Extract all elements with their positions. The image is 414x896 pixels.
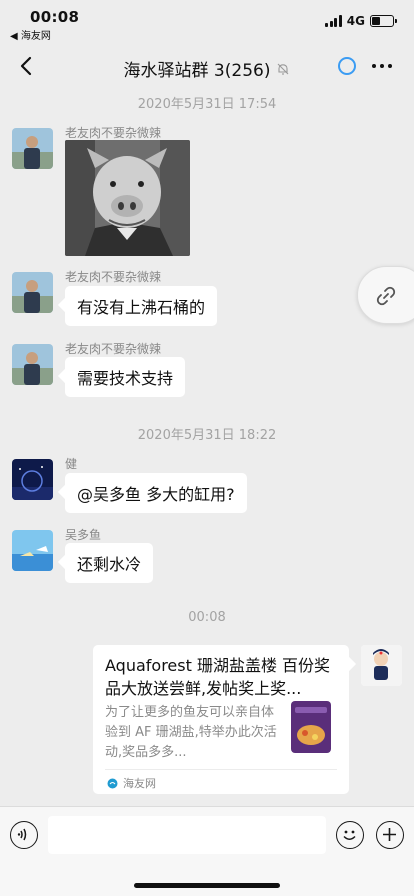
back-to-app-link[interactable]: ◀ 海友网 [10, 27, 51, 42]
card-title: Aquaforest 珊湖盐盖楼 百份奖品大放送尝鲜,发帖奖上奖... [105, 656, 331, 698]
timestamp: 00:08 [188, 610, 226, 625]
card-description: 为了让更多的鱼友可以亲自体验到 AF 珊湖盐,特举办此次活动,奖品多多... [105, 705, 277, 760]
mute-bell-icon [278, 63, 289, 75]
card-source: 海友网 [107, 775, 156, 791]
avatar[interactable] [12, 128, 53, 169]
avatar[interactable] [12, 459, 53, 500]
card-thumbnail [291, 701, 331, 753]
battery-icon [370, 15, 397, 27]
my-avatar[interactable] [361, 645, 402, 686]
home-indicator [134, 883, 280, 888]
nav-bar: 海水驿站群 3(256) [0, 44, 414, 88]
card-divider [105, 769, 337, 770]
message-input[interactable] [48, 816, 326, 854]
avatar[interactable] [12, 272, 53, 313]
link-card[interactable]: Aquaforest 珊湖盐盖楼 百份奖品大放送尝鲜,发帖奖上奖... 为了让更… [93, 645, 349, 794]
link-icon [376, 286, 396, 306]
status-bar: 00:08 ◀ 海友网 4G [0, 0, 414, 44]
signal-icon [325, 15, 342, 27]
input-bar [0, 806, 414, 896]
card-source-name: 海友网 [123, 777, 156, 790]
voice-icon[interactable] [10, 821, 38, 849]
avatar[interactable] [12, 344, 53, 385]
sender-name: 吴多鱼 [65, 528, 102, 542]
message-bubble[interactable]: @吴多鱼 多大的缸用? [65, 473, 247, 513]
status-time: 00:08 [30, 8, 80, 26]
plus-icon[interactable] [376, 821, 404, 849]
sender-name: 老友肉不要杂微辣 [65, 342, 162, 356]
message-image[interactable] [65, 140, 190, 256]
source-logo-icon [107, 778, 118, 788]
avatar[interactable] [12, 530, 53, 571]
message-bubble[interactable]: 需要技术支持 [65, 357, 186, 397]
network-type: 4G [346, 14, 365, 28]
message-bubble[interactable]: 还剩水冷 [65, 543, 154, 583]
floating-link-button[interactable] [357, 266, 414, 324]
message-bubble[interactable]: 有没有上沸石桶的 [65, 286, 218, 326]
sender-name: 老友肉不要杂微辣 [65, 126, 162, 140]
timestamp: 2020年5月31日 17:54 [137, 97, 277, 112]
mini-program-icon[interactable] [338, 57, 356, 75]
sender-name: 健 [65, 457, 78, 471]
emoji-icon[interactable] [336, 821, 364, 849]
sender-name: 老友肉不要杂微辣 [65, 270, 162, 284]
more-icon[interactable] [372, 64, 392, 68]
chat-title: 海水驿站群 3(256) [123, 61, 271, 81]
timestamp: 2020年5月31日 18:22 [137, 428, 277, 443]
status-indicators: 4G [325, 14, 397, 28]
